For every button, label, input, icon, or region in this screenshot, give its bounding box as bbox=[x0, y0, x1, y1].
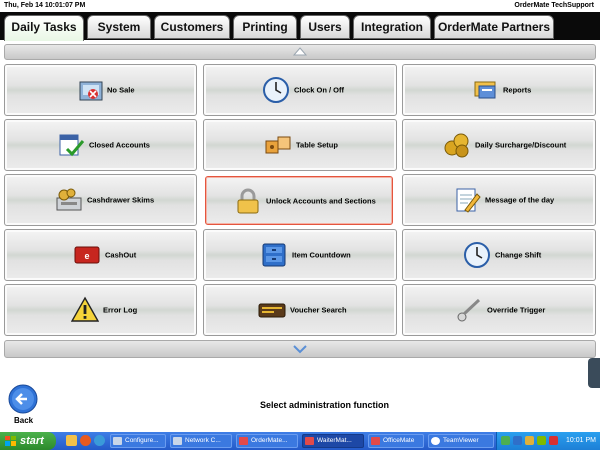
window-icon bbox=[173, 437, 182, 445]
chevron-up-icon bbox=[293, 47, 307, 56]
tab-integration[interactable]: Integration bbox=[353, 15, 431, 39]
taskbar-item-label: Network C... bbox=[185, 437, 221, 444]
trigger-icon bbox=[457, 298, 481, 322]
change-shift-button[interactable]: Change Shift bbox=[402, 229, 596, 281]
taskbar-item-label: WaiterMat... bbox=[317, 437, 352, 444]
taskbar-item-configure[interactable]: Configure... bbox=[110, 434, 166, 448]
daily-surcharge-discount-label: Daily Surcharge/Discount bbox=[475, 140, 567, 150]
back-label: Back bbox=[14, 416, 34, 425]
message-of-the-day-label: Message of the day bbox=[485, 195, 555, 205]
start-label: start bbox=[20, 435, 44, 447]
teamviewer-icon bbox=[431, 437, 440, 445]
datetime-label: Thu, Feb 14 10:01:07 PM bbox=[4, 2, 86, 9]
windows-flag-icon bbox=[5, 436, 16, 446]
calendar-check-icon bbox=[59, 134, 85, 157]
reports-label: Reports bbox=[503, 85, 532, 95]
error-log-button[interactable]: Error Log bbox=[4, 284, 197, 336]
tab-bar: Daily Tasks System Customers Printing Us… bbox=[0, 12, 600, 41]
app-icon bbox=[371, 437, 380, 445]
closed-accounts-label: Closed Accounts bbox=[89, 140, 150, 150]
cashout-label: CashOut bbox=[105, 250, 137, 260]
taskbar: start Configure... Network C... OrderMat… bbox=[0, 432, 600, 450]
cabinet-icon bbox=[262, 243, 286, 267]
taskbar-item-network[interactable]: Network C... bbox=[170, 434, 232, 448]
voucher-search-button[interactable]: Voucher Search bbox=[203, 284, 397, 336]
tray-network-icon[interactable] bbox=[501, 436, 510, 445]
override-trigger-button[interactable]: Override Trigger bbox=[402, 284, 596, 336]
error-log-label: Error Log bbox=[103, 305, 138, 315]
chevron-down-icon bbox=[293, 345, 307, 354]
taskbar-clock[interactable]: 10:01 PM bbox=[566, 432, 596, 450]
table-icon bbox=[265, 136, 291, 154]
message-of-the-day-button[interactable]: Message of the day bbox=[402, 174, 596, 226]
quicklaunch-browser-icon[interactable] bbox=[80, 435, 91, 446]
coins-icon bbox=[444, 133, 469, 158]
current-user-label: OrderMate TechSupport bbox=[514, 2, 594, 9]
daily-surcharge-discount-button[interactable]: Daily Surcharge/Discount bbox=[402, 119, 596, 171]
quicklaunch-ie-icon[interactable] bbox=[94, 435, 105, 446]
tab-customers[interactable]: Customers bbox=[154, 15, 230, 39]
back-button[interactable] bbox=[8, 384, 38, 414]
side-panel-handle[interactable] bbox=[588, 358, 600, 388]
reports-icon bbox=[474, 81, 496, 99]
no-sale-label: No Sale bbox=[107, 85, 135, 95]
clock-icon bbox=[263, 77, 289, 103]
tray-teamviewer-icon[interactable] bbox=[513, 436, 522, 445]
unlock-accounts-sections-label: Unlock Accounts and Sections bbox=[266, 196, 376, 205]
unlock-accounts-sections-button[interactable]: Unlock Accounts and Sections bbox=[205, 176, 393, 225]
taskbar-item-label: TeamViewer bbox=[443, 437, 479, 444]
closed-accounts-button[interactable]: Closed Accounts bbox=[4, 119, 197, 171]
tab-system[interactable]: System bbox=[87, 15, 151, 39]
notepad-icon bbox=[456, 188, 481, 213]
warning-icon bbox=[71, 296, 99, 322]
padlock-icon bbox=[237, 188, 259, 213]
override-trigger-label: Override Trigger bbox=[487, 305, 546, 315]
reports-button[interactable]: Reports bbox=[402, 64, 596, 116]
table-setup-label: Table Setup bbox=[296, 140, 338, 150]
item-countdown-label: Item Countdown bbox=[292, 250, 351, 260]
app-icon bbox=[239, 437, 248, 445]
start-button[interactable]: start bbox=[0, 432, 56, 450]
clock-on-off-button[interactable]: Clock On / Off bbox=[203, 64, 397, 116]
item-countdown-button[interactable]: Item Countdown bbox=[203, 229, 397, 281]
taskbar-item-ordermate[interactable]: OrderMate... bbox=[236, 434, 298, 448]
tray-alert-icon[interactable] bbox=[549, 436, 558, 445]
clock-on-off-label: Clock On / Off bbox=[294, 85, 345, 95]
taskbar-item-label: OrderMate... bbox=[251, 437, 288, 444]
tab-ordermate-partners[interactable]: OrderMate Partners bbox=[434, 15, 554, 39]
register-icon bbox=[79, 81, 103, 101]
eftpos-icon: e bbox=[74, 246, 100, 264]
clock-icon bbox=[464, 242, 490, 268]
system-tray: 10:01 PM bbox=[496, 432, 600, 450]
scroll-up-button[interactable] bbox=[4, 44, 596, 60]
top-status-bar: Thu, Feb 14 10:01:07 PM OrderMate TechSu… bbox=[0, 0, 600, 12]
cashdrawer-skims-label: Cashdrawer Skims bbox=[87, 195, 155, 205]
tray-security-icon[interactable] bbox=[525, 436, 534, 445]
taskbar-item-label: Configure... bbox=[125, 437, 159, 444]
tab-users[interactable]: Users bbox=[300, 15, 350, 39]
bottom-panel: Back Select administration function bbox=[0, 360, 600, 432]
taskbar-item-officemate[interactable]: OfficeMate bbox=[368, 434, 424, 448]
svg-text:e: e bbox=[84, 251, 89, 261]
scroll-down-button[interactable] bbox=[4, 340, 596, 358]
function-grid: No Sale Clock On / Off Reports Closed Ac… bbox=[0, 62, 600, 340]
cashdrawer-skims-button[interactable]: Cashdrawer Skims bbox=[4, 174, 197, 226]
change-shift-label: Change Shift bbox=[495, 250, 542, 260]
no-sale-button[interactable]: No Sale bbox=[4, 64, 197, 116]
voucher-search-label: Voucher Search bbox=[290, 305, 347, 315]
voucher-icon bbox=[258, 303, 286, 318]
taskbar-item-waitermate[interactable]: WaiterMat... bbox=[302, 434, 364, 448]
window-icon bbox=[113, 437, 122, 445]
tray-app-icon[interactable] bbox=[537, 436, 546, 445]
taskbar-item-label: OfficeMate bbox=[383, 437, 415, 444]
table-setup-button[interactable]: Table Setup bbox=[203, 119, 397, 171]
status-message: Select administration function bbox=[260, 400, 390, 410]
cashout-button[interactable]: e CashOut bbox=[4, 229, 197, 281]
taskbar-item-teamviewer[interactable]: TeamViewer bbox=[428, 434, 494, 448]
quicklaunch-folder-icon[interactable] bbox=[66, 435, 77, 446]
app-icon bbox=[305, 437, 314, 445]
tab-daily-tasks[interactable]: Daily Tasks bbox=[4, 15, 84, 41]
cashdrawer-icon bbox=[56, 188, 82, 211]
tab-printing[interactable]: Printing bbox=[233, 15, 297, 39]
